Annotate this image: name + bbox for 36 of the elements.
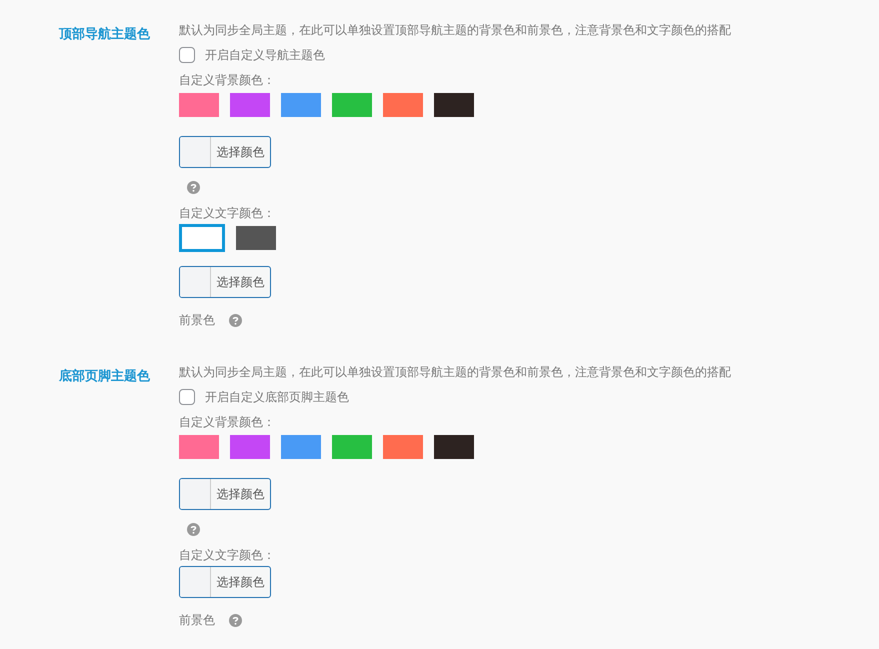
help-icon[interactable] xyxy=(229,314,242,326)
help-icon[interactable] xyxy=(229,614,242,626)
color-swatch[interactable] xyxy=(434,93,474,117)
color-swatch[interactable] xyxy=(281,93,321,117)
description: 默认为同步全局主题，在此可以单独设置顶部导航主题的背景色和前景色，注意背景色和文字颜色的搭配 xyxy=(179,364,731,381)
background-color-label: 自定义背景颜色： xyxy=(179,414,276,431)
color-swatch[interactable] xyxy=(179,224,225,252)
background-color-label: 自定义背景颜色： xyxy=(179,72,276,89)
checkbox[interactable] xyxy=(179,47,195,63)
color-swatch[interactable] xyxy=(332,93,372,117)
help-icon[interactable] xyxy=(187,523,200,536)
color-swatch[interactable] xyxy=(236,226,276,250)
color-swatch[interactable] xyxy=(383,435,423,459)
color-picker-button[interactable]: 选择颜色 xyxy=(179,136,271,168)
section-title: 底部页脚主题色 xyxy=(59,369,150,384)
color-swatch[interactable] xyxy=(383,93,423,117)
color-swatch[interactable] xyxy=(179,93,219,117)
color-swatch[interactable] xyxy=(332,435,372,459)
color-swatch[interactable] xyxy=(434,435,474,459)
help-icon[interactable] xyxy=(187,181,200,194)
text-color-label: 自定义文字颜色： xyxy=(179,205,276,222)
color-picker-button[interactable]: 选择颜色 xyxy=(179,478,271,510)
color-picker-button[interactable]: 选择颜色 xyxy=(179,266,271,298)
checkbox-label: 开启自定义导航主题色 xyxy=(205,47,325,64)
color-picker-button[interactable]: 选择颜色 xyxy=(179,566,271,598)
color-swatch[interactable] xyxy=(179,435,219,459)
color-swatch[interactable] xyxy=(230,435,270,459)
section-title: 顶部导航主题色 xyxy=(59,27,150,42)
foreground-label: 前景色 xyxy=(179,312,215,329)
description: 默认为同步全局主题，在此可以单独设置顶部导航主题的背景色和前景色，注意背景色和文字颜色的搭配 xyxy=(179,22,731,39)
checkbox[interactable] xyxy=(179,389,195,405)
color-swatch[interactable] xyxy=(281,435,321,459)
text-color-label: 自定义文字颜色： xyxy=(179,547,276,564)
checkbox-label: 开启自定义底部页脚主题色 xyxy=(205,389,349,406)
foreground-label: 前景色 xyxy=(179,612,215,629)
color-swatch[interactable] xyxy=(230,93,270,117)
